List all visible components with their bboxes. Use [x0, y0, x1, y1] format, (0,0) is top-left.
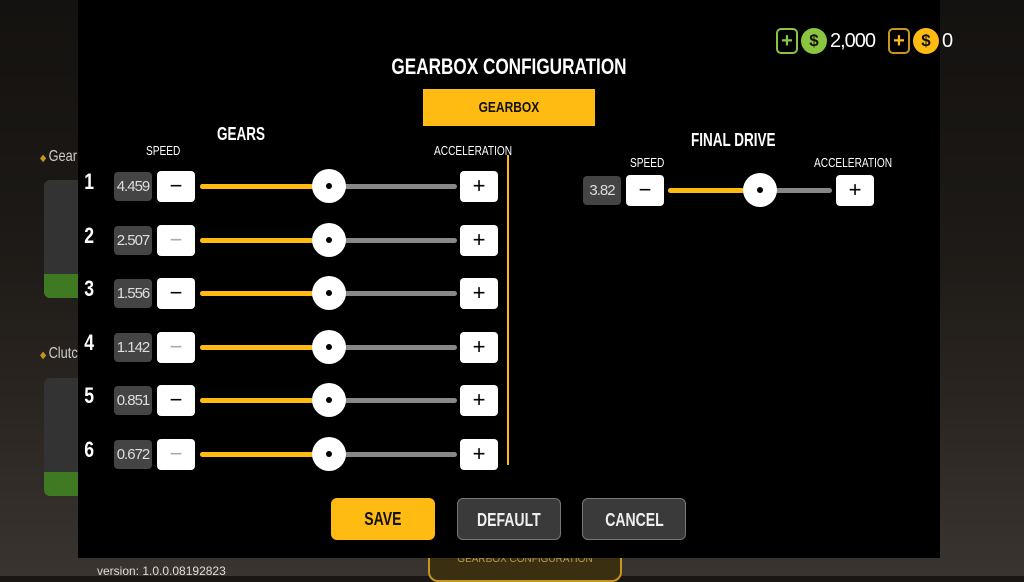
save-label: SAVE	[364, 509, 402, 529]
gear-ratio-value: 1.142	[114, 332, 152, 362]
add-cash-button[interactable]: +	[776, 28, 798, 54]
slider-knob[interactable]	[311, 383, 346, 417]
gear-ratio-value: 0.851	[114, 386, 152, 415]
final-drive-value: 3.82	[583, 176, 621, 205]
final-drive-acceleration-label: ACCELERATION	[814, 155, 893, 170]
cash-amount: 2,000	[830, 29, 876, 52]
gear-minus-button[interactable]: −	[157, 331, 195, 363]
slider-knob[interactable]	[311, 436, 346, 471]
final-drive-plus-button[interactable]: +	[836, 175, 874, 206]
final-drive-speed-label: SPEED	[630, 155, 665, 170]
gears-title: GEARS	[217, 124, 266, 144]
final-drive-minus-button[interactable]: −	[626, 175, 664, 206]
slider-knob[interactable]	[311, 329, 346, 364]
slider-fill	[200, 344, 313, 350]
gears-acceleration-label: ACCELERATION	[434, 143, 513, 158]
currency-cash: + $ 2,000	[776, 26, 876, 56]
gear-slider[interactable]	[200, 276, 457, 310]
gear-row: 4 1.142 − +	[78, 329, 508, 364]
gear-slider[interactable]	[200, 383, 457, 417]
tab-gearbox[interactable]: GEARBOX	[423, 89, 595, 126]
gears-speed-label: SPEED	[146, 143, 181, 158]
slider-knob[interactable]	[311, 222, 346, 257]
gold-amount: 0	[942, 29, 953, 52]
gear-row: 5 0.851 − +	[78, 383, 508, 417]
gear-number: 4	[84, 329, 95, 355]
gear-minus-button[interactable]: −	[157, 224, 195, 256]
default-label: DEFAULT	[477, 510, 541, 530]
gold-coin-icon: $	[913, 28, 939, 54]
gear-number: 3	[84, 276, 95, 301]
gearbox-dialog: GEARBOX CONFIGURATION GEARBOX GEARS SPEE…	[78, 0, 940, 558]
add-gold-button[interactable]: +	[888, 28, 910, 54]
slider-fill	[200, 237, 313, 243]
gear-minus-button[interactable]: −	[157, 278, 195, 309]
final-drive-title: FINAL DRIVE	[691, 130, 776, 150]
green-cash-icon: $	[801, 28, 827, 54]
gear-number: 2	[84, 222, 95, 248]
final-drive-slider[interactable]	[668, 173, 832, 207]
slider-fill	[668, 188, 744, 193]
gear-plus-button[interactable]: +	[460, 331, 498, 363]
slider-fill	[200, 291, 313, 296]
gear-row: 6 0.672 − +	[78, 436, 508, 471]
gear-number: 5	[84, 383, 95, 408]
gear-minus-button[interactable]: −	[157, 438, 195, 470]
dialog-title: GEARBOX CONFIGURATION	[391, 54, 627, 79]
gear-plus-button[interactable]: +	[460, 224, 498, 256]
gear-minus-button[interactable]: −	[157, 385, 195, 416]
save-button[interactable]: SAVE	[331, 498, 435, 540]
gear-plus-button[interactable]: +	[460, 385, 498, 416]
gear-ratio-value: 0.672	[114, 439, 152, 469]
gear-slider[interactable]	[200, 329, 457, 364]
slider-fill	[200, 451, 313, 457]
gear-plus-button[interactable]: +	[460, 278, 498, 309]
tab-label: GEARBOX	[478, 99, 540, 116]
gear-slider[interactable]	[200, 436, 457, 471]
gear-number: 6	[84, 436, 95, 462]
gear-ratio-value: 1.556	[114, 279, 152, 308]
cancel-button[interactable]: CANCEL	[582, 498, 686, 540]
final-drive-row: 3.82 − +	[78, 173, 940, 207]
gear-ratio-value: 2.507	[114, 225, 152, 255]
side-label-gear: Gear	[40, 148, 77, 166]
currency-gold: + $ 0	[888, 26, 953, 56]
slider-fill	[200, 398, 313, 403]
gear-row: 2 2.507 − +	[78, 222, 508, 257]
default-button[interactable]: DEFAULT	[457, 498, 561, 540]
gear-row: 3 1.556 − +	[78, 276, 508, 310]
cancel-label: CANCEL	[604, 510, 664, 530]
slider-knob[interactable]	[742, 173, 777, 207]
gear-slider[interactable]	[200, 222, 457, 257]
gear-plus-button[interactable]: +	[460, 438, 498, 470]
slider-knob[interactable]	[311, 276, 346, 310]
